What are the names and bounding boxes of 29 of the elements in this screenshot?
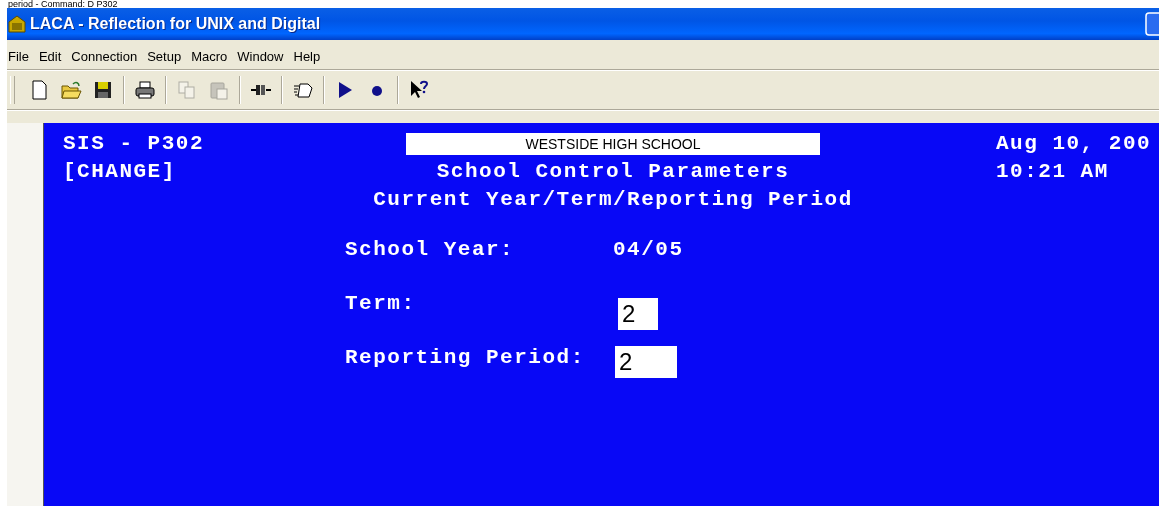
- printer-icon: [134, 79, 156, 101]
- field-label: School Year:: [345, 237, 516, 263]
- menu-item[interactable]: Connection: [70, 48, 143, 64]
- copy-icon: [176, 79, 198, 101]
- screen-text: Aug 10, 200: [996, 131, 1153, 157]
- help-pointer-icon: [408, 79, 430, 101]
- menu-item[interactable]: Edit: [37, 48, 67, 64]
- input-field[interactable]: 2: [615, 346, 677, 378]
- folder-icon: [60, 79, 82, 101]
- screen-title: Current Year/Term/Reporting Period: [373, 187, 853, 213]
- window-title: LACA - Reflection for UNIX and Digital: [30, 15, 322, 33]
- menu-item[interactable]: File: [7, 48, 34, 64]
- menu-item[interactable]: Macro: [190, 48, 233, 64]
- paste-icon: [208, 79, 230, 101]
- screen-text: [CHANGE]: [63, 159, 177, 185]
- school-name-banner: WESTSIDE HIGH SCHOOL: [406, 133, 820, 155]
- screen-title: School Control Parameters: [436, 159, 790, 185]
- menu-item[interactable]: Help: [292, 48, 326, 64]
- field-label: Reporting Period:: [345, 345, 586, 371]
- screen-text: 10:21 AM: [996, 159, 1110, 185]
- caption-text: period - Command: D P302: [7, 0, 119, 8]
- app-icon: [7, 14, 27, 34]
- screen-text: SIS - P302: [63, 131, 206, 157]
- input-field[interactable]: 2: [618, 298, 658, 330]
- field-value: 04/05: [613, 237, 685, 263]
- field-label: Term:: [345, 291, 417, 317]
- menu-item[interactable]: Setup: [146, 48, 187, 64]
- menu-item[interactable]: Window: [236, 48, 289, 64]
- window-button[interactable]: [1145, 12, 1159, 36]
